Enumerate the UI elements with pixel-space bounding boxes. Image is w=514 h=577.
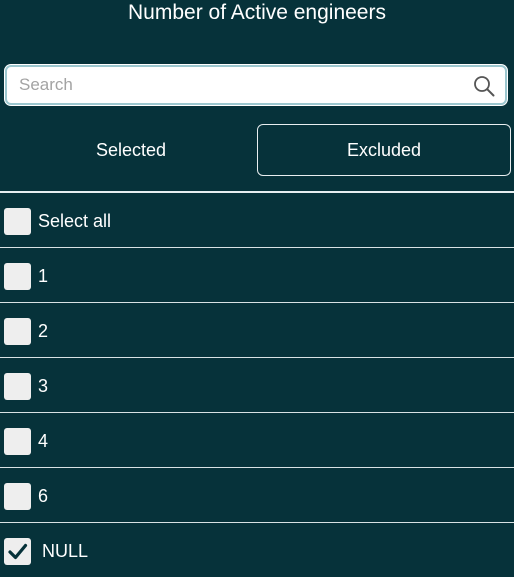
option-checkbox[interactable] (4, 428, 31, 455)
tab-excluded[interactable]: Excluded (257, 124, 511, 176)
search-icon[interactable] (473, 75, 495, 97)
select-all-label: Select all (38, 211, 112, 231)
option-checkbox[interactable] (4, 373, 31, 400)
option-label: 2 (38, 321, 49, 341)
option-label: 3 (38, 376, 49, 396)
option-checkbox[interactable] (4, 483, 31, 510)
list-item[interactable]: 2 (0, 302, 514, 357)
search-input[interactable] (19, 67, 459, 103)
option-checkbox[interactable] (4, 263, 31, 290)
search-box[interactable] (5, 65, 507, 105)
list-item[interactable]: 3 (0, 357, 514, 412)
filter-title: Number of Active engineers (128, 1, 386, 24)
list-item[interactable]: 4 (0, 412, 514, 467)
list-item[interactable]: NULL (0, 522, 514, 577)
option-label: NULL (42, 541, 89, 561)
list-item[interactable]: 6 (0, 467, 514, 522)
tab-selected[interactable]: Selected (4, 124, 258, 176)
checkmark-icon (8, 543, 28, 560)
list-item[interactable]: 1 (0, 247, 514, 302)
option-label: 1 (38, 266, 49, 286)
option-checkbox-checked[interactable] (4, 538, 31, 565)
select-all-row[interactable]: Select all (0, 191, 514, 247)
option-label: 6 (38, 486, 49, 506)
option-checkbox[interactable] (4, 318, 31, 345)
select-all-checkbox[interactable] (4, 208, 31, 235)
option-label: 4 (38, 431, 49, 451)
option-list: Select all 1 2 3 4 6 NULL (0, 191, 514, 577)
